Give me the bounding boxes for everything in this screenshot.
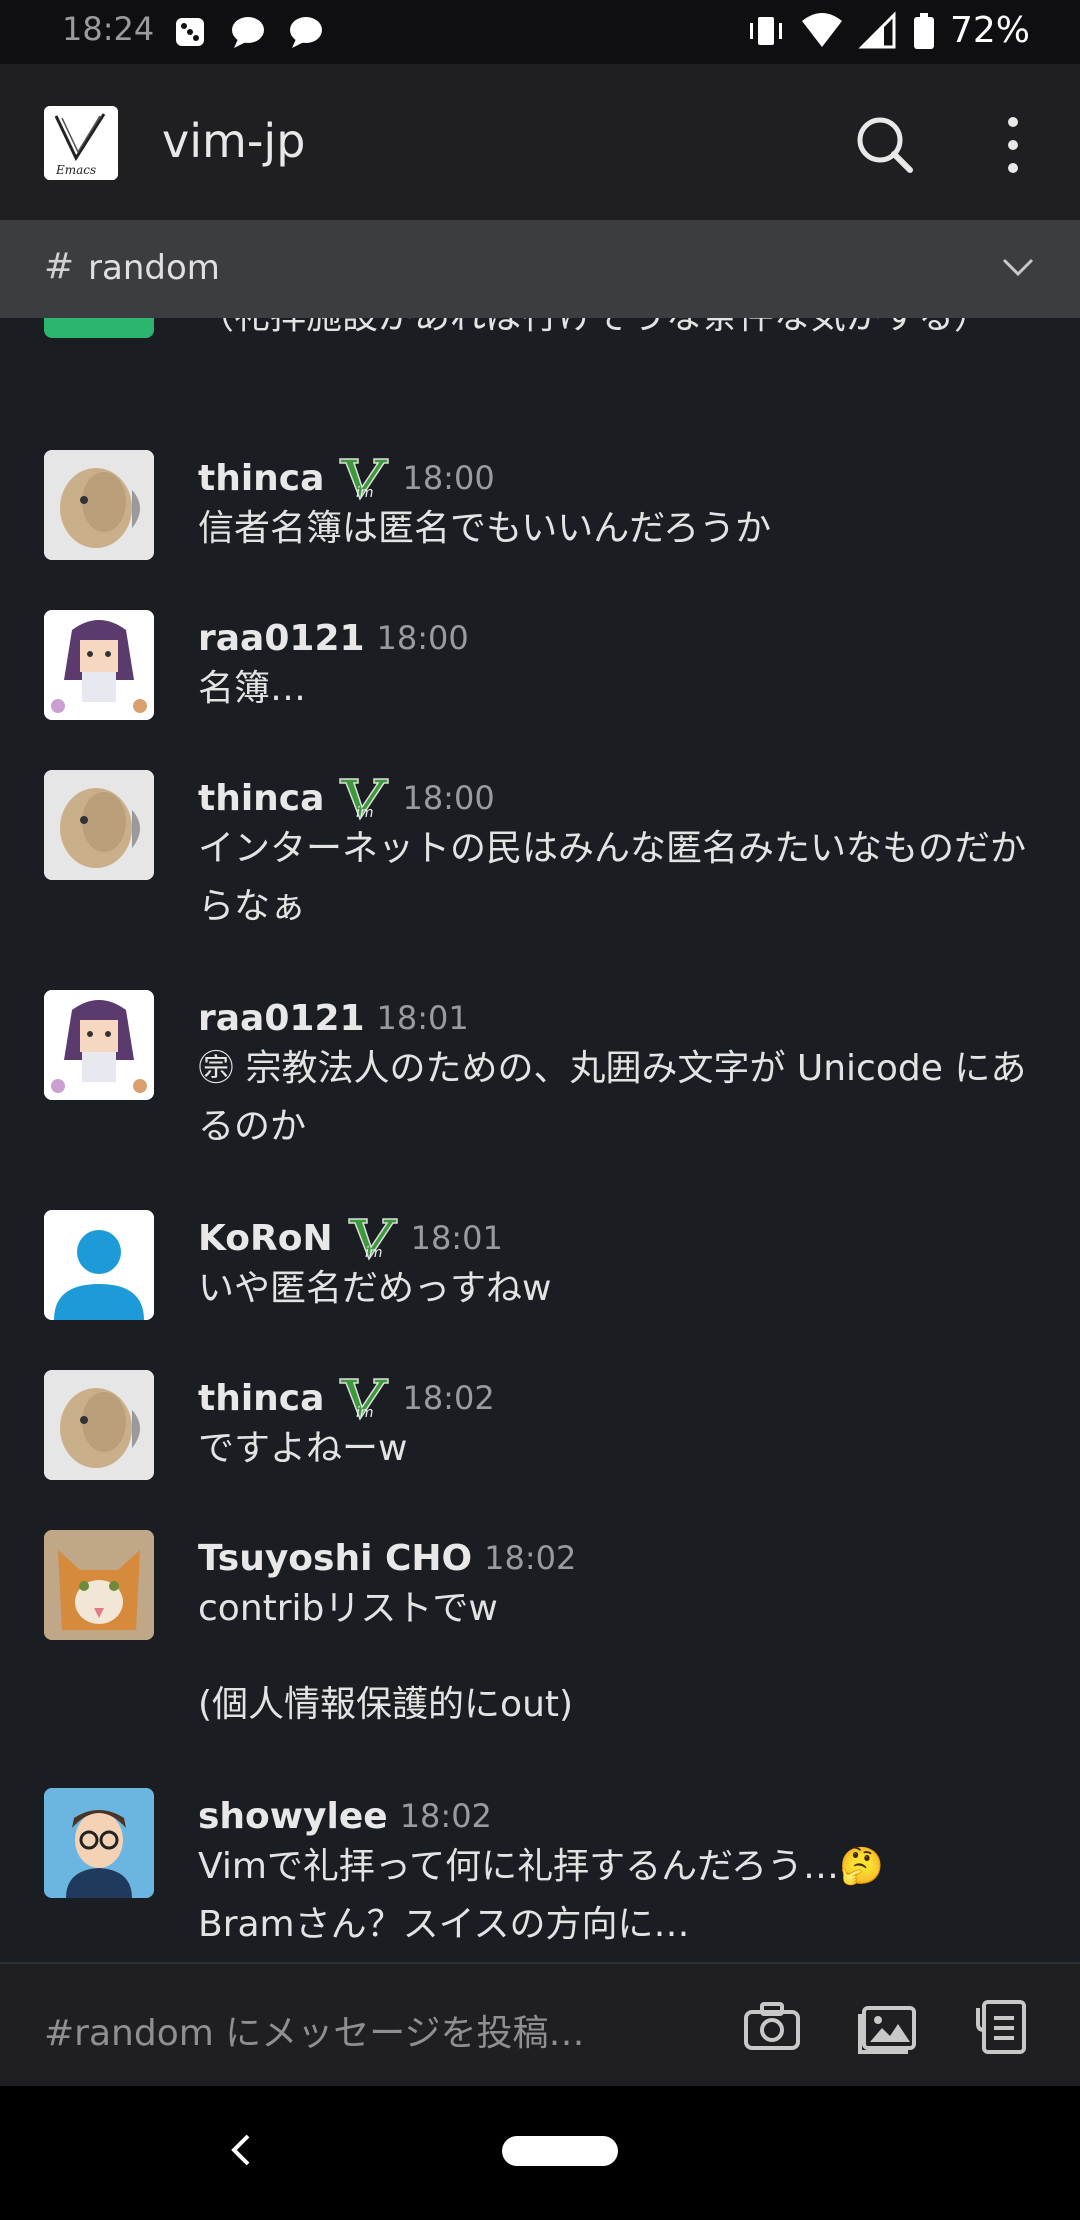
message-composer: #random にメッセージを投稿… [0,1962,1080,2086]
message-text: ですよねーw [198,1428,408,1469]
signal-icon [858,10,896,48]
timestamp: 18:02 [402,1379,495,1417]
avatar[interactable] [44,990,154,1100]
vim-badge-icon: im [339,458,390,501]
workspace-logo[interactable]: Emacs [44,106,118,180]
timestamp: 18:02 [399,1797,492,1835]
vim-badge-icon: im [339,1378,390,1421]
username[interactable]: showylee [198,1796,388,1837]
battery-percent: 72% [949,10,1030,51]
app-bar: Emacs vim-jp [0,64,1080,220]
username[interactable]: thinca [198,458,324,499]
username[interactable]: raa0121 [198,618,365,659]
channel-name: random [88,248,220,288]
vim-badge-icon: im [339,778,390,821]
overflow-menu-button[interactable] [990,110,1036,180]
message-text: いや匿名だめっすねw [198,1268,552,1309]
chat-bubble-icon [232,17,264,48]
avatar[interactable] [44,1210,154,1320]
dice-icon [176,18,204,46]
channel-hash-icon: # [44,246,75,287]
message-text: 名簿… [198,668,307,709]
vim-badge-icon: im [347,1218,398,1261]
message-list[interactable]: （礼拝施設があれば行けそうな条件な気がする） thinca im 18:00 信… [0,318,1080,1962]
timestamp: 18:01 [410,1219,503,1257]
vibrate-icon [749,16,782,45]
message-text: (個人情報保護的にout) [198,1684,574,1725]
avatar[interactable] [44,1370,154,1480]
timestamp: 18:00 [376,619,469,657]
camera-icon[interactable] [742,1996,802,2056]
avatar[interactable] [44,318,154,338]
message-input[interactable]: #random にメッセージを投稿… [44,2004,585,2056]
avatar[interactable] [44,610,154,720]
channel-header[interactable]: # random [0,220,1080,318]
workspace-title[interactable]: vim-jp [162,114,305,168]
username[interactable]: KoRoN [198,1218,333,1259]
svg-text:im: im [356,1405,374,1421]
search-button[interactable] [850,110,920,180]
timestamp: 18:00 [402,459,495,497]
username[interactable]: raa0121 [198,998,365,1039]
message-text: 信者名簿は匿名でもいいんだろうか [198,508,772,549]
home-pill[interactable] [502,2136,618,2166]
username[interactable]: thinca [198,778,324,819]
notification-icons [170,12,326,52]
battery-icon [913,12,934,49]
message-text: （礼拝施設があれば行けそうな条件な気がする） [198,318,1048,346]
username[interactable]: Tsuyoshi CHO [198,1538,472,1579]
svg-text:im: im [356,805,374,821]
gallery-icon[interactable] [856,1994,920,2058]
wifi-icon [801,12,842,47]
message-text: インターネットの民はみんな匿名みたいなものだからなぁ [198,828,1027,927]
timestamp: 18:01 [376,999,469,1037]
avatar[interactable] [44,1530,154,1640]
chat-bubble-icon [290,17,322,48]
timestamp: 18:02 [484,1539,577,1577]
username[interactable]: thinca [198,1378,324,1419]
system-nav-bar [0,2086,1080,2220]
message-text: ㊪ 宗教法人のための、丸囲み文字が Unicode にあるのか [198,1048,1027,1147]
more-vertical-icon [1008,117,1018,173]
attachment-icon[interactable] [972,1994,1032,2058]
workspace-logo-text: Emacs [55,163,96,177]
message-text: contribリストでw [198,1588,498,1629]
search-icon [857,117,913,173]
svg-text:im: im [365,1245,383,1261]
status-time: 18:24 [62,10,155,48]
avatar[interactable] [44,1788,154,1898]
message-text: Vimで礼拝って何に礼拝するんだろう…🤔 [198,1846,884,1887]
back-icon[interactable] [222,2130,258,2170]
message-text: Bramさん？スイスの方向に… [198,1904,690,1945]
avatar[interactable] [44,770,154,880]
svg-text:im: im [356,485,374,501]
timestamp: 18:00 [402,779,495,817]
status-bar: 18:24 72% [0,0,1080,64]
default-user-icon [44,1210,154,1320]
chevron-down-icon[interactable] [998,252,1038,282]
avatar[interactable] [44,450,154,560]
